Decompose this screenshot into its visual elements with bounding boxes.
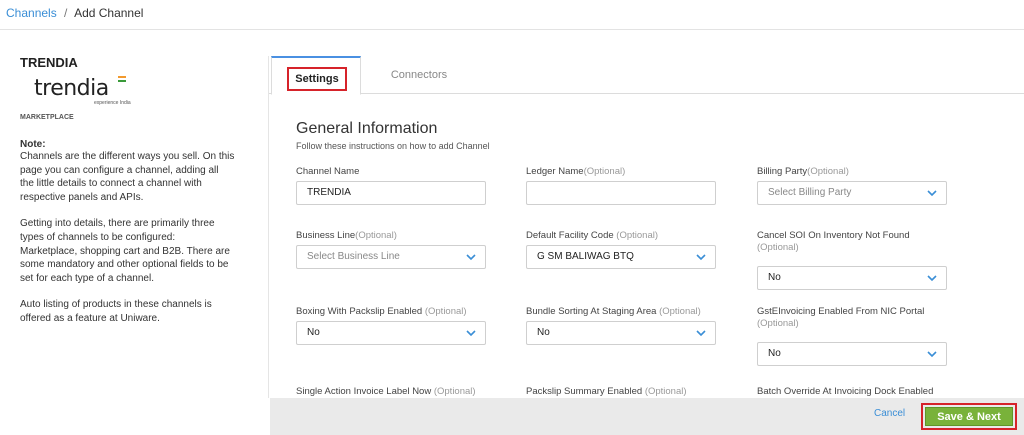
chevron-down-icon (927, 351, 937, 358)
field-label: Billing Party(Optional) (757, 166, 947, 178)
field-label: Ledger Name(Optional) (526, 166, 716, 178)
field-label-text: Default Facility Code (526, 230, 617, 241)
breadcrumb-separator: / (64, 6, 68, 20)
note-heading: Note: (20, 139, 46, 150)
field-value: TRENDIA (307, 187, 351, 198)
field-label-text: Billing Party (757, 166, 808, 177)
ledger-name-input[interactable] (526, 181, 716, 205)
chevron-down-icon (696, 254, 706, 261)
business-line-field: Business Line(Optional) Select Business L… (296, 230, 486, 269)
boxing-with-packslip-enabled-select[interactable]: No (296, 321, 486, 345)
breadcrumb-channels-link[interactable]: Channels (6, 6, 57, 20)
field-label-text: Business Line (296, 230, 356, 241)
channel-type: MARKETPLACE (20, 114, 74, 121)
default-facility-code-select[interactable]: G SM BALIWAG BTQ (526, 245, 716, 269)
field-label-text: Boxing With Packslip Enabled (296, 306, 425, 317)
optional-tag: (Optional) (659, 306, 701, 317)
optional-tag: (Optional) (433, 386, 476, 397)
field-label-text: GstEInvoicing Enabled From NIC Portal (757, 306, 925, 317)
tab-settings-label: Settings (287, 67, 347, 91)
business-line-select[interactable]: Select Business Line (296, 245, 486, 269)
field-label: Business Line(Optional) (296, 230, 486, 242)
field-label: Boxing With Packslip Enabled (Optional) (296, 306, 486, 318)
field-value: Select Billing Party (768, 187, 852, 198)
save-next-button[interactable]: Save & Next (925, 407, 1013, 426)
chevron-down-icon (927, 275, 937, 282)
field-label-text: Batch Override At Invoicing Dock Enabled (757, 386, 934, 397)
field-label-text: Bundle Sorting At Staging Area (526, 306, 660, 317)
ledger-name-field: Ledger Name(Optional) (526, 166, 716, 205)
cancel-soi-on-inventory-not-found-field: Cancel SOI On Inventory Not Found (Optio… (757, 230, 947, 290)
field-label: Channel Name (296, 166, 486, 178)
note-paragraph: Channels are the different ways you sell… (20, 151, 235, 203)
channel-name-input[interactable]: TRENDIA (296, 181, 486, 205)
gsteinvoicing-enabled-from-nic-portal-field: GstEInvoicing Enabled From NIC Portal (O… (757, 306, 947, 366)
bundle-sorting-at-staging-area-select[interactable]: No (526, 321, 716, 345)
logo-text: trendia (34, 76, 109, 101)
optional-tag: (Optional) (616, 230, 659, 241)
field-label-text: Single Action Invoice Label Now (296, 386, 434, 397)
channel-title: TRENDIA (20, 55, 78, 70)
bundle-sorting-at-staging-area-field: Bundle Sorting At Staging Area (Optional… (526, 306, 716, 345)
optional-tag: (Optional) (355, 230, 397, 241)
field-label: Single Action Invoice Label Now (Optiona… (296, 386, 486, 398)
billing-party-select[interactable]: Select Billing Party (757, 181, 947, 205)
breadcrumb-current: Add Channel (74, 6, 144, 20)
field-label: Batch Override At Invoicing Dock Enabled (757, 386, 947, 398)
field-label-text: Channel Name (296, 166, 360, 177)
save-next-highlight: Save & Next (921, 403, 1017, 430)
chevron-down-icon (696, 330, 706, 337)
chevron-down-icon (466, 254, 476, 261)
cancel-button[interactable]: Cancel (874, 408, 905, 419)
field-value: No (537, 327, 550, 338)
india-flag-icon (118, 76, 126, 82)
packslip-summary-enabled-field: Packslip Summary Enabled (Optional) (526, 386, 716, 398)
field-value: No (768, 272, 781, 283)
breadcrumb: Channels / Add Channel (0, 0, 1024, 30)
field-label: Packslip Summary Enabled (Optional) (526, 386, 716, 398)
field-value: No (768, 348, 781, 359)
field-label: Default Facility Code (Optional) (526, 230, 716, 242)
field-label-text: Packslip Summary Enabled (526, 386, 645, 397)
field-label: GstEInvoicing Enabled From NIC Portal (O… (757, 306, 937, 330)
form-footer: Cancel Save & Next (270, 398, 1024, 435)
optional-tag: (Optional) (757, 242, 799, 253)
tab-connectors[interactable]: Connectors (369, 56, 469, 95)
section-subtitle: Follow these instructions on how to add … (296, 141, 490, 151)
channel-name-field: Channel Name TRENDIA (296, 166, 486, 205)
field-value: G SM BALIWAG BTQ (537, 251, 634, 262)
optional-tag: (Optional) (424, 306, 467, 317)
channel-info-panel: TRENDIA trendia experience India MARKETP… (20, 55, 235, 339)
single-action-invoice-label-now-field: Single Action Invoice Label Now (Optiona… (296, 386, 486, 398)
field-value: Select Business Line (307, 251, 400, 262)
channel-logo: trendia experience India (34, 76, 144, 110)
note-paragraph: Auto listing of products in these channe… (20, 299, 212, 324)
field-label-text: Ledger Name (526, 166, 584, 177)
chevron-down-icon (927, 190, 937, 197)
logo-subtext: experience India (94, 100, 131, 106)
billing-party-field: Billing Party(Optional) Select Billing Pa… (757, 166, 947, 205)
note-paragraph: Getting into details, there are primaril… (20, 218, 230, 284)
optional-tag: (Optional) (807, 166, 849, 177)
field-value: No (307, 327, 320, 338)
tab-settings[interactable]: Settings (271, 56, 361, 95)
field-label: Cancel SOI On Inventory Not Found (Optio… (757, 230, 937, 254)
section-title: General Information (296, 120, 438, 137)
boxing-with-packslip-enabled-field: Boxing With Packslip Enabled (Optional) N… (296, 306, 486, 345)
field-label-text: Cancel SOI On Inventory Not Found (757, 230, 910, 241)
optional-tag: (Optional) (583, 166, 626, 177)
field-label: Bundle Sorting At Staging Area (Optional… (526, 306, 716, 318)
optional-tag: (Optional) (644, 386, 687, 397)
cancel-soi-on-inventory-not-found-select[interactable]: No (757, 266, 947, 290)
optional-tag: (Optional) (757, 318, 799, 329)
chevron-down-icon (466, 330, 476, 337)
tab-bar: Settings Connectors (269, 56, 1024, 95)
batch-override-at-invoicing-dock-enabled-field: Batch Override At Invoicing Dock Enabled (757, 386, 947, 398)
default-facility-code-field: Default Facility Code (Optional) G SM BAL… (526, 230, 716, 269)
gsteinvoicing-enabled-from-nic-portal-select[interactable]: No (757, 342, 947, 366)
channel-form-card: Settings Connectors General Information … (268, 56, 1024, 398)
